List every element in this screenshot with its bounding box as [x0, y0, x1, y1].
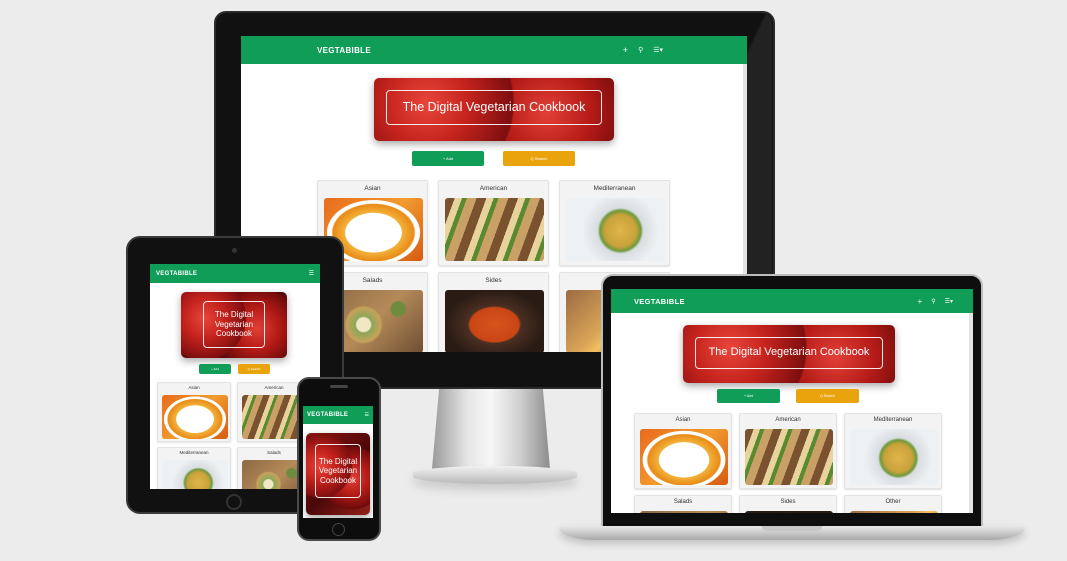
category-card-mediterranean[interactable]: Mediterranean: [844, 413, 942, 489]
category-card-sides[interactable]: Sides: [438, 272, 549, 352]
laptop-navbar: VEGTABIBLE + ⚲ ☰▾: [611, 289, 973, 313]
category-image-sides: [445, 290, 544, 352]
brand-logo[interactable]: VEGTABIBLE: [317, 46, 371, 55]
search-icon[interactable]: ⚲: [931, 298, 935, 305]
phone-home-button: [332, 523, 345, 536]
hero-title: The Digital Vegetarian Cookbook: [203, 301, 265, 348]
phone-navbar: VEGTABIBLE ☰: [303, 406, 373, 424]
category-title: Mediterranean: [593, 185, 636, 192]
category-card-mediterranean[interactable]: Mediterranean: [157, 447, 231, 489]
category-image-salads: [640, 511, 728, 513]
category-title: Sides: [780, 499, 796, 505]
hero-banner: The Digital Vegetarian Cookbook: [374, 78, 614, 141]
category-title: Salads: [673, 499, 693, 505]
hero-banner: The Digital Vegetarian Cookbook: [181, 292, 287, 358]
add-recipe-button[interactable]: + Add: [412, 151, 484, 166]
hamburger-icon[interactable]: ☰: [365, 412, 369, 418]
search-recipe-button[interactable]: Q Search: [796, 389, 859, 403]
phone-screen: VEGTABIBLE ☰ The Digital Vegetarian Cook…: [303, 406, 373, 518]
category-title: American: [479, 185, 508, 192]
category-card-mediterranean[interactable]: Mediterranean: [559, 180, 670, 266]
brand-logo[interactable]: VEGTABIBLE: [634, 297, 685, 306]
category-title: Sides: [485, 277, 502, 284]
category-title: American: [775, 417, 801, 423]
category-card-sides[interactable]: Sides: [739, 495, 837, 513]
category-title: Asian: [364, 185, 381, 192]
search-recipe-button[interactable]: Q Search: [238, 364, 270, 374]
category-image-other: [850, 511, 938, 513]
category-title: Mediterranean: [873, 417, 913, 423]
hero-banner: The Digital Vegetarian Cookbook: [306, 433, 370, 515]
tablet-navbar: VEGTABIBLE ☰: [150, 264, 320, 283]
monitor-base: [413, 466, 577, 484]
hero-title: The Digital Vegetarian Cookbook: [315, 444, 361, 498]
category-image-asian: [162, 395, 228, 439]
category-image-mediterranean: [162, 460, 228, 489]
category-title: Asian: [675, 417, 691, 423]
monitor-neck: [432, 389, 550, 469]
tablet-camera: [232, 248, 237, 253]
category-image-sides: [745, 511, 833, 513]
category-card-salads[interactable]: Salads: [634, 495, 732, 513]
category-image-american: [745, 429, 833, 485]
brand-logo[interactable]: VEGTABIBLE: [307, 412, 348, 418]
laptop-device: VEGTABIBLE + ⚲ ☰▾ The Digital Vegetarian…: [559, 274, 1025, 544]
category-image-mediterranean: [566, 198, 665, 261]
laptop-screen: VEGTABIBLE + ⚲ ☰▾ The Digital Vegetarian…: [611, 289, 973, 513]
search-icon[interactable]: ⚲: [638, 46, 643, 54]
category-card-other[interactable]: Other: [844, 495, 942, 513]
hamburger-icon[interactable]: ☰: [309, 270, 314, 277]
laptop-notch: [762, 526, 822, 531]
category-card-asian[interactable]: Asian: [634, 413, 732, 489]
category-title: Asian: [188, 385, 200, 390]
add-recipe-button[interactable]: + Add: [199, 364, 231, 374]
category-image-mediterranean: [850, 429, 938, 485]
category-image-asian: [640, 429, 728, 485]
search-recipe-button[interactable]: Q Search: [503, 151, 575, 166]
phone-speaker: [330, 385, 348, 388]
desktop-navbar: VEGTABIBLE + ⚲ ☰▾: [241, 36, 747, 64]
scrollbar[interactable]: [969, 313, 973, 513]
category-card-asian[interactable]: Asian: [157, 382, 231, 442]
add-recipe-button[interactable]: + Add: [717, 389, 780, 403]
hero-title: The Digital Vegetarian Cookbook: [695, 337, 883, 369]
plus-icon[interactable]: +: [918, 297, 923, 306]
category-card-american[interactable]: American: [739, 413, 837, 489]
phone-device: VEGTABIBLE ☰ The Digital Vegetarian Cook…: [297, 377, 381, 541]
tablet-home-button: [226, 494, 242, 510]
category-card-american[interactable]: American: [438, 180, 549, 266]
tablet-screen: VEGTABIBLE ☰ The Digital Vegetarian Cook…: [150, 264, 320, 489]
brand-logo[interactable]: VEGTABIBLE: [156, 271, 197, 277]
menu-icon[interactable]: ☰▾: [945, 298, 953, 305]
menu-icon[interactable]: ☰▾: [653, 46, 663, 54]
hero-banner: The Digital Vegetarian Cookbook: [683, 325, 895, 383]
plus-icon[interactable]: +: [623, 45, 628, 55]
category-title: Other: [885, 499, 901, 505]
category-title: Mediterranean: [179, 450, 209, 455]
category-image-american: [445, 198, 544, 261]
hero-title: The Digital Vegetarian Cookbook: [386, 90, 602, 125]
